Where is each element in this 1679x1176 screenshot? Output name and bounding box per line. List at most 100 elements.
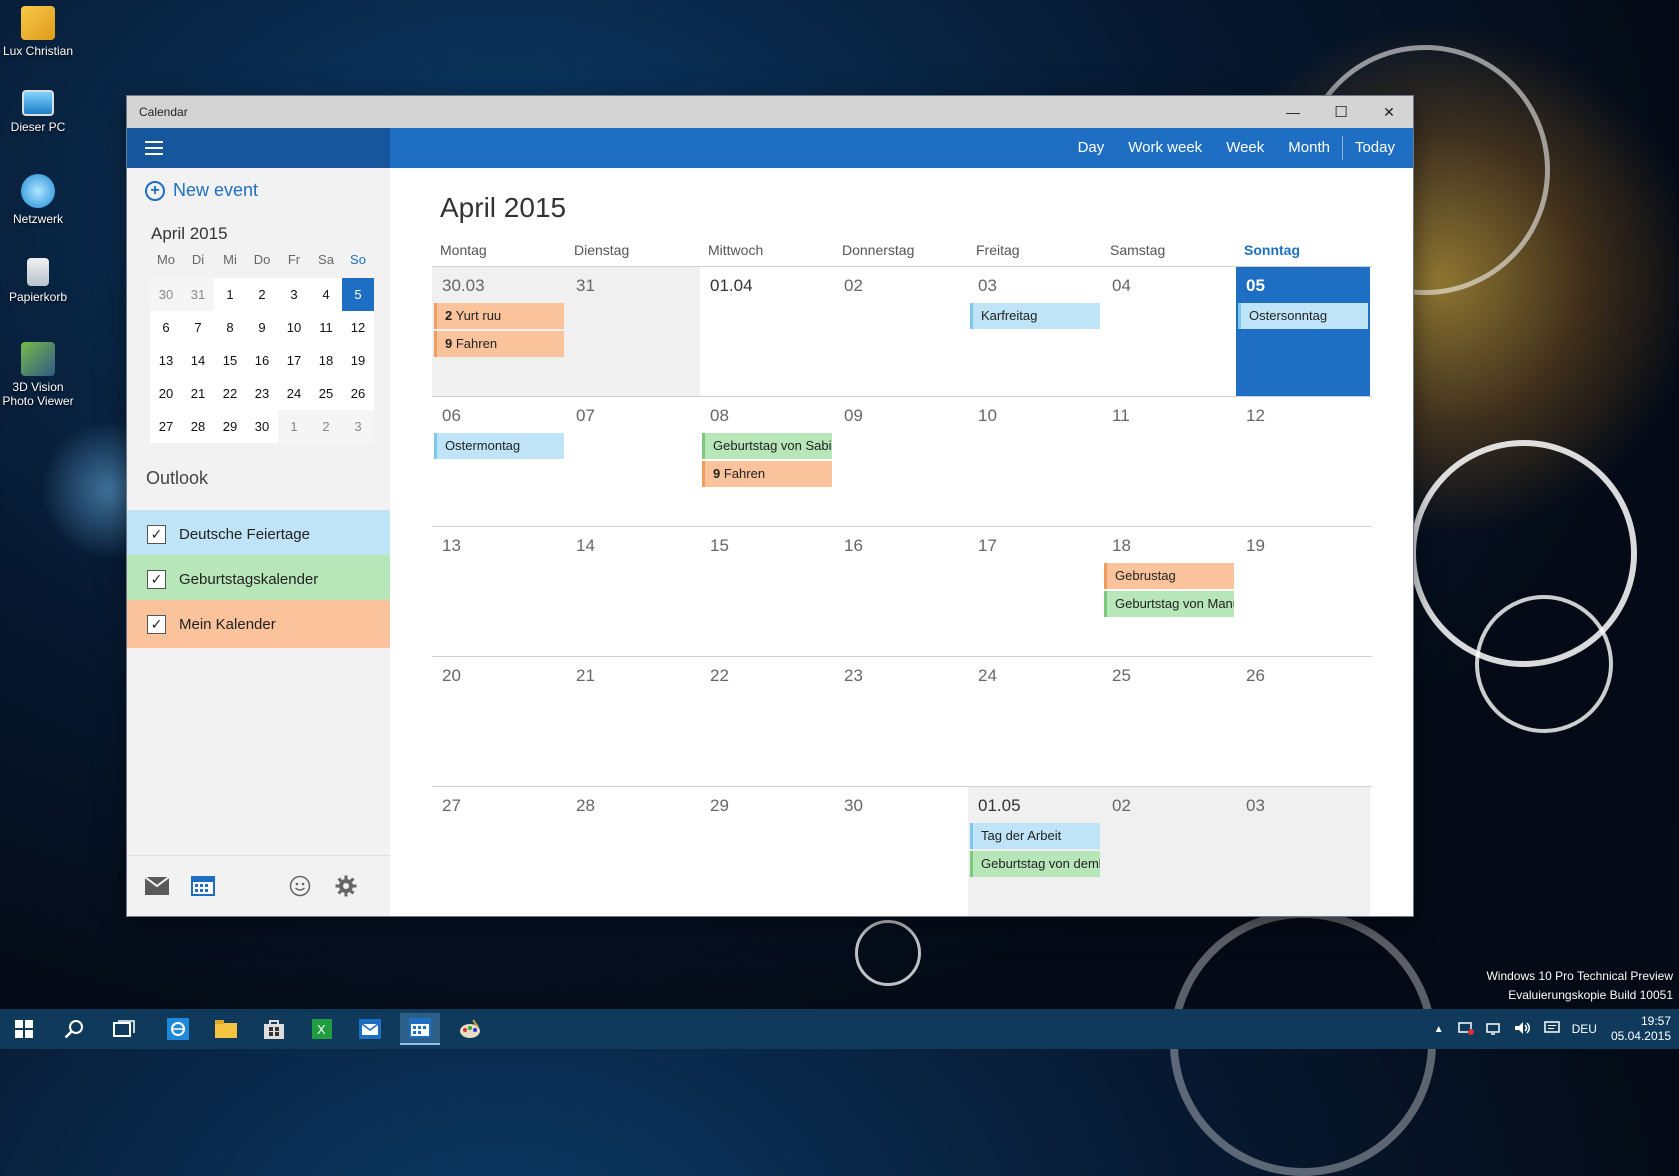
day-cell[interactable]: 09: [834, 397, 968, 526]
mini-day[interactable]: 30: [246, 410, 278, 443]
checkbox[interactable]: ✓: [147, 614, 166, 634]
day-cell[interactable]: 07: [566, 397, 700, 526]
spreadsheet-icon[interactable]: X: [302, 1013, 342, 1045]
event-chip[interactable]: 9 Fahren: [434, 331, 564, 357]
mini-day[interactable]: 6: [150, 311, 182, 344]
minimize-button[interactable]: —: [1269, 96, 1317, 128]
mini-day[interactable]: 27: [150, 410, 182, 443]
mini-day[interactable]: 7: [182, 311, 214, 344]
day-cell[interactable]: 01.05 Tag der Arbeit Geburtstag von demb: [968, 787, 1102, 916]
event-chip[interactable]: Karfreitag: [970, 303, 1100, 329]
event-chip[interactable]: Tag der Arbeit: [970, 823, 1100, 849]
day-cell[interactable]: 10: [968, 397, 1102, 526]
mini-day[interactable]: 17: [278, 344, 310, 377]
mini-day[interactable]: 3: [278, 278, 310, 311]
day-cell[interactable]: 02: [834, 267, 968, 396]
calendar-app-icon[interactable]: [400, 1013, 440, 1045]
tray-overflow-icon[interactable]: ▲: [1434, 1024, 1444, 1035]
desktop-icon-user[interactable]: Lux Christian: [0, 6, 76, 58]
file-explorer-icon[interactable]: [206, 1013, 246, 1045]
mini-day[interactable]: 8: [214, 311, 246, 344]
language-indicator[interactable]: DEU: [1572, 1022, 1597, 1036]
event-chip[interactable]: Ostermontag: [434, 433, 564, 459]
view-month-button[interactable]: Month: [1276, 128, 1342, 168]
title-bar[interactable]: Calendar — ☐ ✕: [127, 96, 1413, 128]
mail-icon[interactable]: [144, 873, 170, 899]
mini-day[interactable]: 13: [150, 344, 182, 377]
day-cell[interactable]: 14: [566, 527, 700, 656]
day-cell[interactable]: 25: [1102, 657, 1236, 786]
calendar-toggle[interactable]: ✓ Geburtstagskalender: [127, 555, 390, 603]
mini-calendar-title[interactable]: April 2015: [151, 224, 228, 244]
mini-day[interactable]: 18: [310, 344, 342, 377]
day-cell[interactable]: 22: [700, 657, 834, 786]
day-cell[interactable]: 21: [566, 657, 700, 786]
day-cell[interactable]: 05 Ostersonntag: [1236, 267, 1370, 396]
account-title[interactable]: Outlook: [146, 468, 208, 489]
close-button[interactable]: ✕: [1365, 96, 1413, 128]
paint-icon[interactable]: [450, 1013, 490, 1045]
day-cell[interactable]: 20: [432, 657, 566, 786]
clock[interactable]: 19:57 05.04.2015: [1611, 1014, 1671, 1044]
mini-day[interactable]: 14: [182, 344, 214, 377]
day-cell[interactable]: 12: [1236, 397, 1370, 526]
day-cell[interactable]: 15: [700, 527, 834, 656]
desktop-icon-3d-vision[interactable]: 3D Vision Photo Viewer: [0, 342, 76, 408]
store-icon[interactable]: [254, 1013, 294, 1045]
hamburger-menu-icon[interactable]: [145, 141, 163, 155]
day-cell[interactable]: 31: [566, 267, 700, 396]
mini-day[interactable]: 10: [278, 311, 310, 344]
network-status-icon[interactable]: [1457, 1021, 1474, 1038]
event-chip[interactable]: Gebrustag: [1104, 563, 1234, 589]
mini-day[interactable]: 30: [150, 278, 182, 311]
day-cell[interactable]: 19: [1236, 527, 1370, 656]
day-cell[interactable]: 17: [968, 527, 1102, 656]
day-cell[interactable]: 28: [566, 787, 700, 916]
mini-day[interactable]: 25: [310, 377, 342, 410]
mini-day[interactable]: 20: [150, 377, 182, 410]
mini-day[interactable]: 19: [342, 344, 374, 377]
mini-day[interactable]: 22: [214, 377, 246, 410]
mini-day[interactable]: 9: [246, 311, 278, 344]
maximize-button[interactable]: ☐: [1317, 96, 1365, 128]
mini-day[interactable]: 24: [278, 377, 310, 410]
day-cell[interactable]: 18 Gebrustag Geburtstag von Manu: [1102, 527, 1236, 656]
mini-day[interactable]: 28: [182, 410, 214, 443]
day-cell[interactable]: 01.04: [700, 267, 834, 396]
event-chip[interactable]: 2 Yurt ruu: [434, 303, 564, 329]
day-cell[interactable]: 04: [1102, 267, 1236, 396]
day-cell[interactable]: 29: [700, 787, 834, 916]
checkbox[interactable]: ✓: [147, 524, 166, 544]
mini-day[interactable]: 26: [342, 377, 374, 410]
event-chip[interactable]: Ostersonntag: [1238, 303, 1368, 329]
mini-day[interactable]: 4: [310, 278, 342, 311]
day-cell[interactable]: 11: [1102, 397, 1236, 526]
day-cell[interactable]: 03 Karfreitag: [968, 267, 1102, 396]
mini-day[interactable]: 3: [342, 410, 374, 443]
mini-day[interactable]: 11: [310, 311, 342, 344]
mini-day[interactable]: 21: [182, 377, 214, 410]
search-icon[interactable]: [54, 1013, 94, 1045]
day-cell[interactable]: 30: [834, 787, 968, 916]
smiley-icon[interactable]: [287, 873, 313, 899]
mini-day[interactable]: 2: [310, 410, 342, 443]
calendar-toggle[interactable]: ✓ Deutsche Feiertage: [127, 510, 390, 558]
notifications-icon[interactable]: [1543, 1020, 1560, 1038]
desktop-icon-recycle-bin[interactable]: Papierkorb: [0, 258, 76, 304]
gear-icon[interactable]: [333, 873, 359, 899]
day-cell[interactable]: 26: [1236, 657, 1370, 786]
day-cell[interactable]: 16: [834, 527, 968, 656]
mini-day[interactable]: 15: [214, 344, 246, 377]
day-cell[interactable]: 23: [834, 657, 968, 786]
calendar-toggle[interactable]: ✓ Mein Kalender: [127, 600, 390, 648]
today-button[interactable]: Today: [1343, 128, 1413, 168]
desktop-icon-network[interactable]: Netzwerk: [0, 174, 76, 226]
event-chip[interactable]: Geburtstag von Manu: [1104, 591, 1234, 617]
mini-day[interactable]: 2: [246, 278, 278, 311]
mini-day[interactable]: 23: [246, 377, 278, 410]
volume-icon[interactable]: [1514, 1021, 1532, 1038]
day-cell[interactable]: 27: [432, 787, 566, 916]
event-chip[interactable]: Geburtstag von demb: [970, 851, 1100, 877]
task-view-icon[interactable]: [104, 1013, 144, 1045]
mail-app-icon[interactable]: [350, 1013, 390, 1045]
